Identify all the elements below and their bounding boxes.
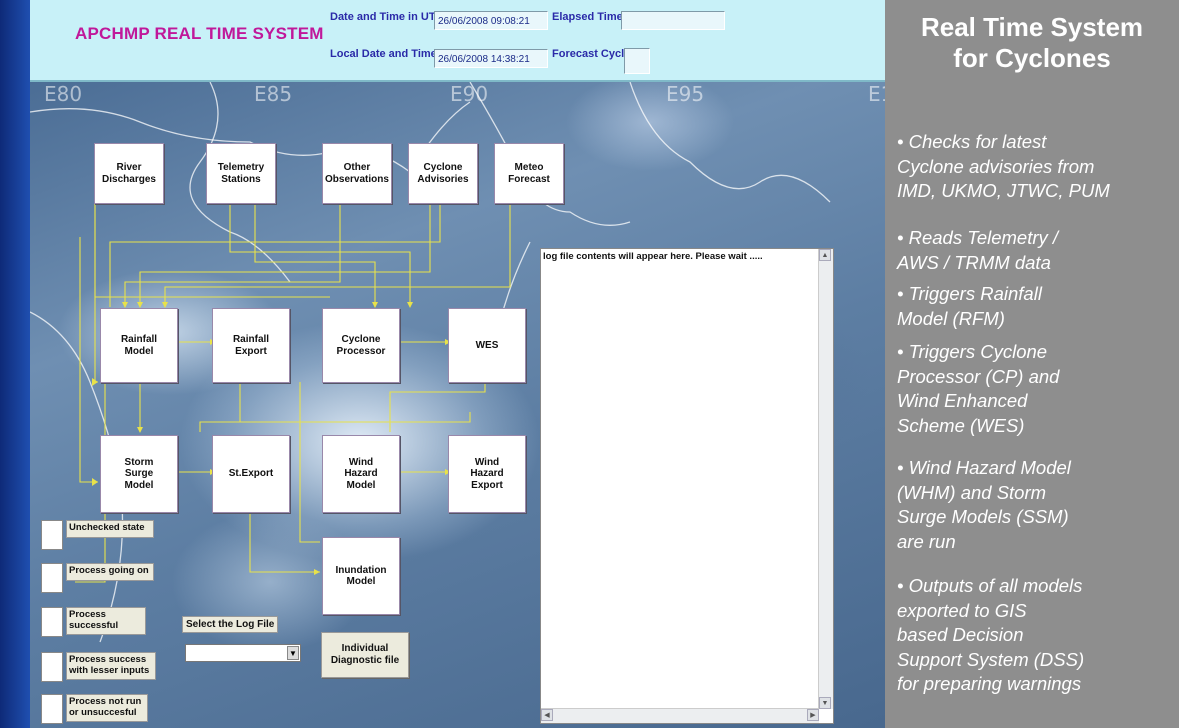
log-file-panel[interactable]: log file contents will appear here. Plea… — [540, 248, 834, 724]
rainfall-export-box[interactable]: Rainfall Export — [212, 308, 290, 383]
scroll-left-icon[interactable]: ◀ — [541, 709, 553, 721]
legend-lesser-inputs-swatch — [41, 652, 63, 682]
scroll-right-icon[interactable]: ▶ — [807, 709, 819, 721]
utc-datetime-field[interactable]: 26/06/2008 09:08:21 — [434, 11, 548, 30]
log-file-dropdown[interactable]: ▼ — [185, 644, 301, 662]
elapsed-time-field[interactable] — [621, 11, 725, 30]
log-vertical-scrollbar[interactable]: ▲ ▼ — [818, 249, 833, 709]
dropdown-arrow-icon[interactable]: ▼ — [287, 646, 299, 660]
river-discharges-box[interactable]: River Discharges — [94, 143, 164, 204]
bullet-checks-advisories: • Checks for latest Cyclone advisories f… — [897, 131, 1110, 201]
sidebar-title: Real Time System for Cyclones — [920, 12, 1144, 74]
utc-label: Date and Time in UTC — [330, 11, 444, 23]
app-title: APCHMP REAL TIME SYSTEM — [75, 24, 324, 43]
wind-hazard-model-box[interactable]: Wind Hazard Model — [322, 435, 400, 513]
log-contents-text: log file contents will appear here. Plea… — [543, 251, 763, 262]
bullet-triggers-cyclone: • Triggers Cyclone Processor (CP) and Wi… — [897, 341, 1060, 436]
individual-diagnostic-button[interactable]: Individual Diagnostic file — [321, 632, 409, 678]
legend-success-swatch — [41, 607, 63, 637]
scroll-up-icon[interactable]: ▲ — [819, 249, 831, 261]
legend-success-label: Process successful — [66, 607, 146, 635]
forecast-cycle-label: Forecast Cycle — [552, 48, 631, 60]
cyclone-processor-box[interactable]: Cyclone Processor — [322, 308, 400, 383]
log-horizontal-scrollbar[interactable]: ◀ ▶ — [541, 708, 819, 723]
cyclone-advisories-box[interactable]: Cyclone Advisories — [408, 143, 478, 204]
storm-export-box[interactable]: St.Export — [212, 435, 290, 513]
app-header: APCHMP REAL TIME SYSTEM Date and Time in… — [30, 0, 885, 82]
slide-left-border — [0, 0, 30, 728]
bullet-wind-hazard: • Wind Hazard Model (WHM) and Storm Surg… — [897, 457, 1071, 552]
elapsed-time-label: Elapsed Time — [552, 11, 623, 23]
legend-unchecked-swatch — [41, 520, 63, 550]
inundation-model-box[interactable]: Inundation Model — [322, 537, 400, 615]
other-observations-box[interactable]: Other Observations — [322, 143, 392, 204]
legend-going-label: Process going on — [66, 563, 154, 581]
bullet-reads-telemetry: • Reads Telemetry / AWS / TRMM data — [897, 227, 1059, 273]
rainfall-model-box[interactable]: Rainfall Model — [100, 308, 178, 383]
scroll-down-icon[interactable]: ▼ — [819, 697, 831, 709]
wind-hazard-export-box[interactable]: Wind Hazard Export — [448, 435, 526, 513]
realtime-app-window: APCHMP REAL TIME SYSTEM Date and Time in… — [30, 0, 885, 728]
storm-surge-model-box[interactable]: Storm Surge Model — [100, 435, 178, 513]
bullet-triggers-rainfall: • Triggers Rainfall Model (RFM) — [897, 283, 1042, 329]
telemetry-stations-box[interactable]: Telemetry Stations — [206, 143, 276, 204]
description-sidebar: Real Time System for Cyclones • Checks f… — [885, 0, 1179, 728]
bullet-outputs-exported: • Outputs of all models exported to GIS … — [897, 575, 1085, 694]
legend-lesser-inputs-label: Process success with lesser inputs — [66, 652, 156, 680]
legend-unchecked-label: Unchecked state — [66, 520, 154, 538]
legend-going-swatch — [41, 563, 63, 593]
forecast-cycle-field[interactable] — [624, 48, 650, 74]
legend-failed-swatch — [41, 694, 63, 724]
legend-failed-label: Process not run or unsuccesful — [66, 694, 148, 722]
local-time-label: Local Date and Time — [330, 48, 437, 60]
meteo-forecast-box[interactable]: Meteo Forecast — [494, 143, 564, 204]
wes-box[interactable]: WES — [448, 308, 526, 383]
local-datetime-field[interactable]: 26/06/2008 14:38:21 — [434, 49, 548, 68]
select-log-label: Select the Log File — [182, 616, 279, 633]
